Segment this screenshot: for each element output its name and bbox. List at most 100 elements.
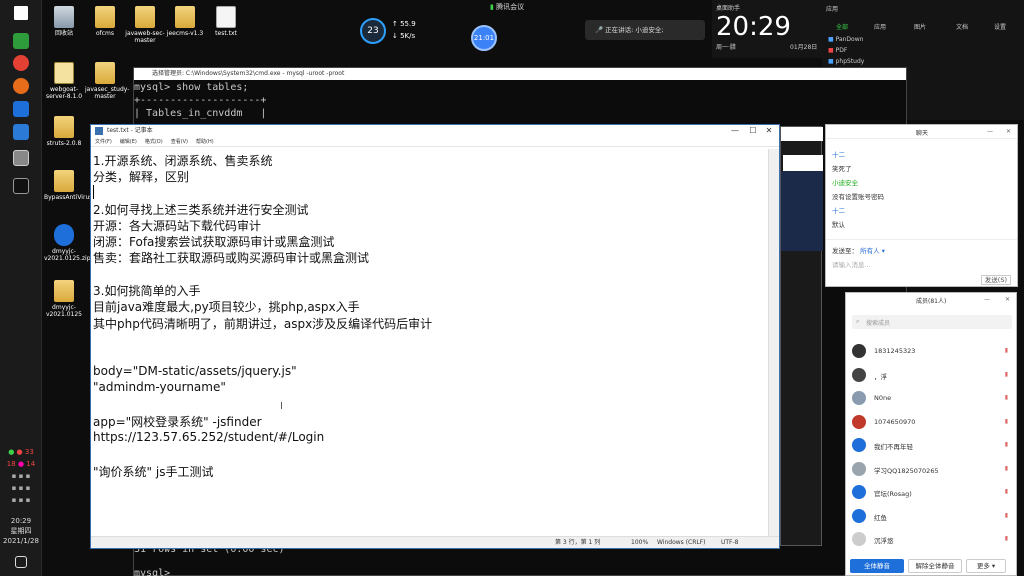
desktop-icon-javaweb-sec[interactable]: javaweb-sec-master	[125, 6, 165, 44]
text-line: app="网校登录系统" -jsfinder	[93, 415, 262, 429]
desktop-icon-recycle-bin[interactable]: 回收站	[44, 6, 84, 37]
folder-icon	[54, 280, 74, 302]
cmd-title-bar[interactable]: 选择管理员: C:\Windows\System32\cmd.exe - mys…	[134, 68, 906, 80]
meeting-icon[interactable]	[13, 101, 29, 117]
chat-input[interactable]: 请输入消息...	[832, 259, 871, 269]
notepad-title-bar[interactable]: test.txt - 记事本 — ☐ ✕	[91, 125, 779, 137]
search-recent-label: 应用	[826, 6, 839, 13]
send-button[interactable]: 发送(S)	[980, 275, 1011, 285]
microphone-icon[interactable]: ▮	[1005, 535, 1008, 542]
app-green-icon[interactable]	[13, 33, 29, 49]
meeting-timer[interactable]: 21:01	[471, 25, 497, 51]
desktop-icon-dmyyjc-folder[interactable]: dmyyjc-v2021.0125	[44, 280, 84, 318]
minimize-icon[interactable]: —	[987, 128, 993, 135]
folder-icon	[135, 6, 155, 28]
members-title-bar[interactable]: 成员(81人) — ✕	[846, 293, 1016, 307]
notepad-taskbar-icon[interactable]	[13, 150, 29, 166]
microphone-icon[interactable]: ▮	[1005, 371, 1008, 378]
close-icon[interactable]: ✕	[1006, 128, 1011, 135]
member-row[interactable]: 官坛(Rosag) ▮	[852, 485, 1012, 501]
cpu-gauge[interactable]: 23	[360, 18, 386, 44]
desktop-icon-test-txt[interactable]: test.txt	[206, 6, 246, 37]
member-row[interactable]: 1074650970 ▮	[852, 414, 1012, 431]
net-speed-up: ↑ 55.9	[392, 20, 416, 28]
menu-help[interactable]: 帮助(H)	[196, 137, 214, 146]
microphone-icon[interactable]: ▮	[1005, 347, 1008, 354]
desktop-screen: ● ● 33 18 ● 14 ▪ ▪ ▪ ▪ ▪ ▪ ▪ ▪ ▪ 20:29 星…	[0, 0, 1024, 576]
pdf-icon: ■	[828, 47, 834, 54]
search-result-phpstudy[interactable]: ■ phpStudy	[828, 58, 864, 65]
menu-format[interactable]: 格式(O)	[145, 137, 163, 146]
minimize-icon[interactable]: —	[727, 125, 743, 137]
member-name: 学习QQ1825070265	[874, 466, 939, 475]
text-line: 开源：各大源码站下载代码审计	[93, 219, 262, 233]
notepad-vertical-scrollbar[interactable]	[768, 149, 779, 537]
member-name: 1074650970	[874, 417, 916, 426]
maximize-icon[interactable]: ☐	[745, 125, 761, 137]
menu-view[interactable]: 查看(V)	[171, 137, 188, 146]
search-tab-images[interactable]: 图片	[914, 22, 926, 31]
notepad-text-area[interactable]: 1.开源系统、闭源系统、售卖系统 分类，解释，区别 2.如何寻找上述三类系统并进…	[91, 149, 769, 537]
search-tab-docs[interactable]: 文档	[956, 22, 968, 31]
notification-icon[interactable]	[15, 556, 27, 568]
microphone-icon[interactable]: ▮	[1005, 418, 1008, 425]
windows-start-icon[interactable]	[14, 6, 28, 20]
avatar	[852, 367, 866, 382]
more-button[interactable]: 更多 ▾	[966, 559, 1006, 573]
desktop-icon-bypassantivirus[interactable]: BypassAntiVirus	[44, 170, 92, 201]
send-to-select[interactable]: 所有人	[860, 247, 880, 255]
microphone-icon[interactable]: ▮	[1005, 441, 1008, 448]
search-tab-settings[interactable]: 设置	[994, 22, 1006, 31]
desktop-icon-struts[interactable]: struts-2.0.8	[44, 116, 84, 147]
meeting-indicator[interactable]: ▮ 腾讯会议	[490, 2, 524, 12]
notepad-window[interactable]: test.txt - 记事本 — ☐ ✕ 文件(F) 编辑(E) 格式(O) 查…	[90, 124, 780, 549]
member-row[interactable]: 学习QQ1825070265 ▮	[852, 461, 1012, 478]
microphone-icon[interactable]: ▮	[1005, 488, 1008, 495]
menu-file[interactable]: 文件(F)	[95, 137, 112, 146]
close-icon[interactable]: ✕	[761, 125, 777, 137]
search-result-pandown[interactable]: ■ PanDown	[828, 36, 863, 43]
desktop-icon-ofcms[interactable]: ofcms	[85, 6, 125, 37]
tray-row-1: ● ● 33	[8, 448, 34, 456]
background-window[interactable]	[780, 126, 823, 546]
taskbar-clock-weekday: 星期四	[10, 527, 32, 535]
chat-message: 小迪安全	[832, 179, 858, 187]
search-tab-apps[interactable]: 应用	[874, 22, 886, 31]
desktop-icon-webgoat[interactable]: webgoat-server-8.1.0	[44, 62, 84, 100]
search-tab-all[interactable]: 全部	[836, 22, 848, 31]
microphone-icon[interactable]: ▮	[1005, 512, 1008, 519]
desktop-icon-javasec-study[interactable]: javasec_study-master	[85, 62, 129, 100]
tray-row-4: ▪ ▪ ▪	[11, 484, 31, 492]
search-result-pdf[interactable]: ■ PDF	[828, 47, 847, 54]
cmd-taskbar-icon[interactable]	[13, 178, 29, 194]
member-row[interactable]: 沉浮悠 ▮	[852, 532, 1012, 548]
firefox-icon[interactable]	[13, 78, 29, 94]
desktop-icon-dmyyjc-zip[interactable]: dmyyjc-v2021.0125.zip	[44, 224, 91, 262]
menu-edit[interactable]: 编辑(E)	[120, 137, 137, 146]
folder-icon	[54, 170, 74, 192]
member-name: 我们不再年轻	[874, 443, 913, 451]
search-icon: ⌕	[856, 318, 860, 325]
member-search-input[interactable]: ⌕ 搜索成员	[852, 315, 1012, 329]
cmd-prompt[interactable]: mysql>	[134, 568, 170, 576]
member-row[interactable]: 1831245323 ▮	[852, 344, 1012, 360]
avatar	[852, 391, 866, 405]
chrome-icon[interactable]	[13, 55, 29, 71]
member-row[interactable]: ，浮 ▮	[852, 367, 1012, 384]
desktop-icon-jeecms[interactable]: jeecms-v1.3	[165, 6, 205, 37]
member-row[interactable]: N0ne ▮	[852, 391, 1012, 407]
microphone-icon[interactable]: ▮	[1005, 465, 1008, 472]
taskbar-clock-time[interactable]: 20:29	[0, 517, 42, 526]
member-row[interactable]: 红鱼 ▮	[852, 508, 1012, 525]
unmute-all-button[interactable]: 解除全体静音	[908, 559, 962, 573]
files-icon[interactable]	[13, 124, 29, 140]
chat-title-bar[interactable]: 聊天 — ✕	[826, 125, 1017, 139]
microphone-icon[interactable]: ▮	[1005, 394, 1008, 401]
members-panel[interactable]: 成员(81人) — ✕ ⌕ 搜索成员 1831245323 ▮ ，浮 ▮ N0ne ▮ 10…	[845, 292, 1017, 576]
close-icon[interactable]: ✕	[1005, 296, 1010, 303]
taskbar: ● ● 33 18 ● 14 ▪ ▪ ▪ ▪ ▪ ▪ ▪ ▪ ▪ 20:29 星…	[0, 0, 42, 576]
chat-window[interactable]: 聊天 — ✕ 十二 笑死了 小迪安全 没有设置账号密码 十二 默认 发送至： 所…	[825, 124, 1018, 287]
mute-all-button[interactable]: 全体静音	[850, 559, 904, 573]
member-row[interactable]: 我们不再年轻 ▮	[852, 438, 1012, 454]
minimize-icon[interactable]: —	[984, 296, 990, 303]
